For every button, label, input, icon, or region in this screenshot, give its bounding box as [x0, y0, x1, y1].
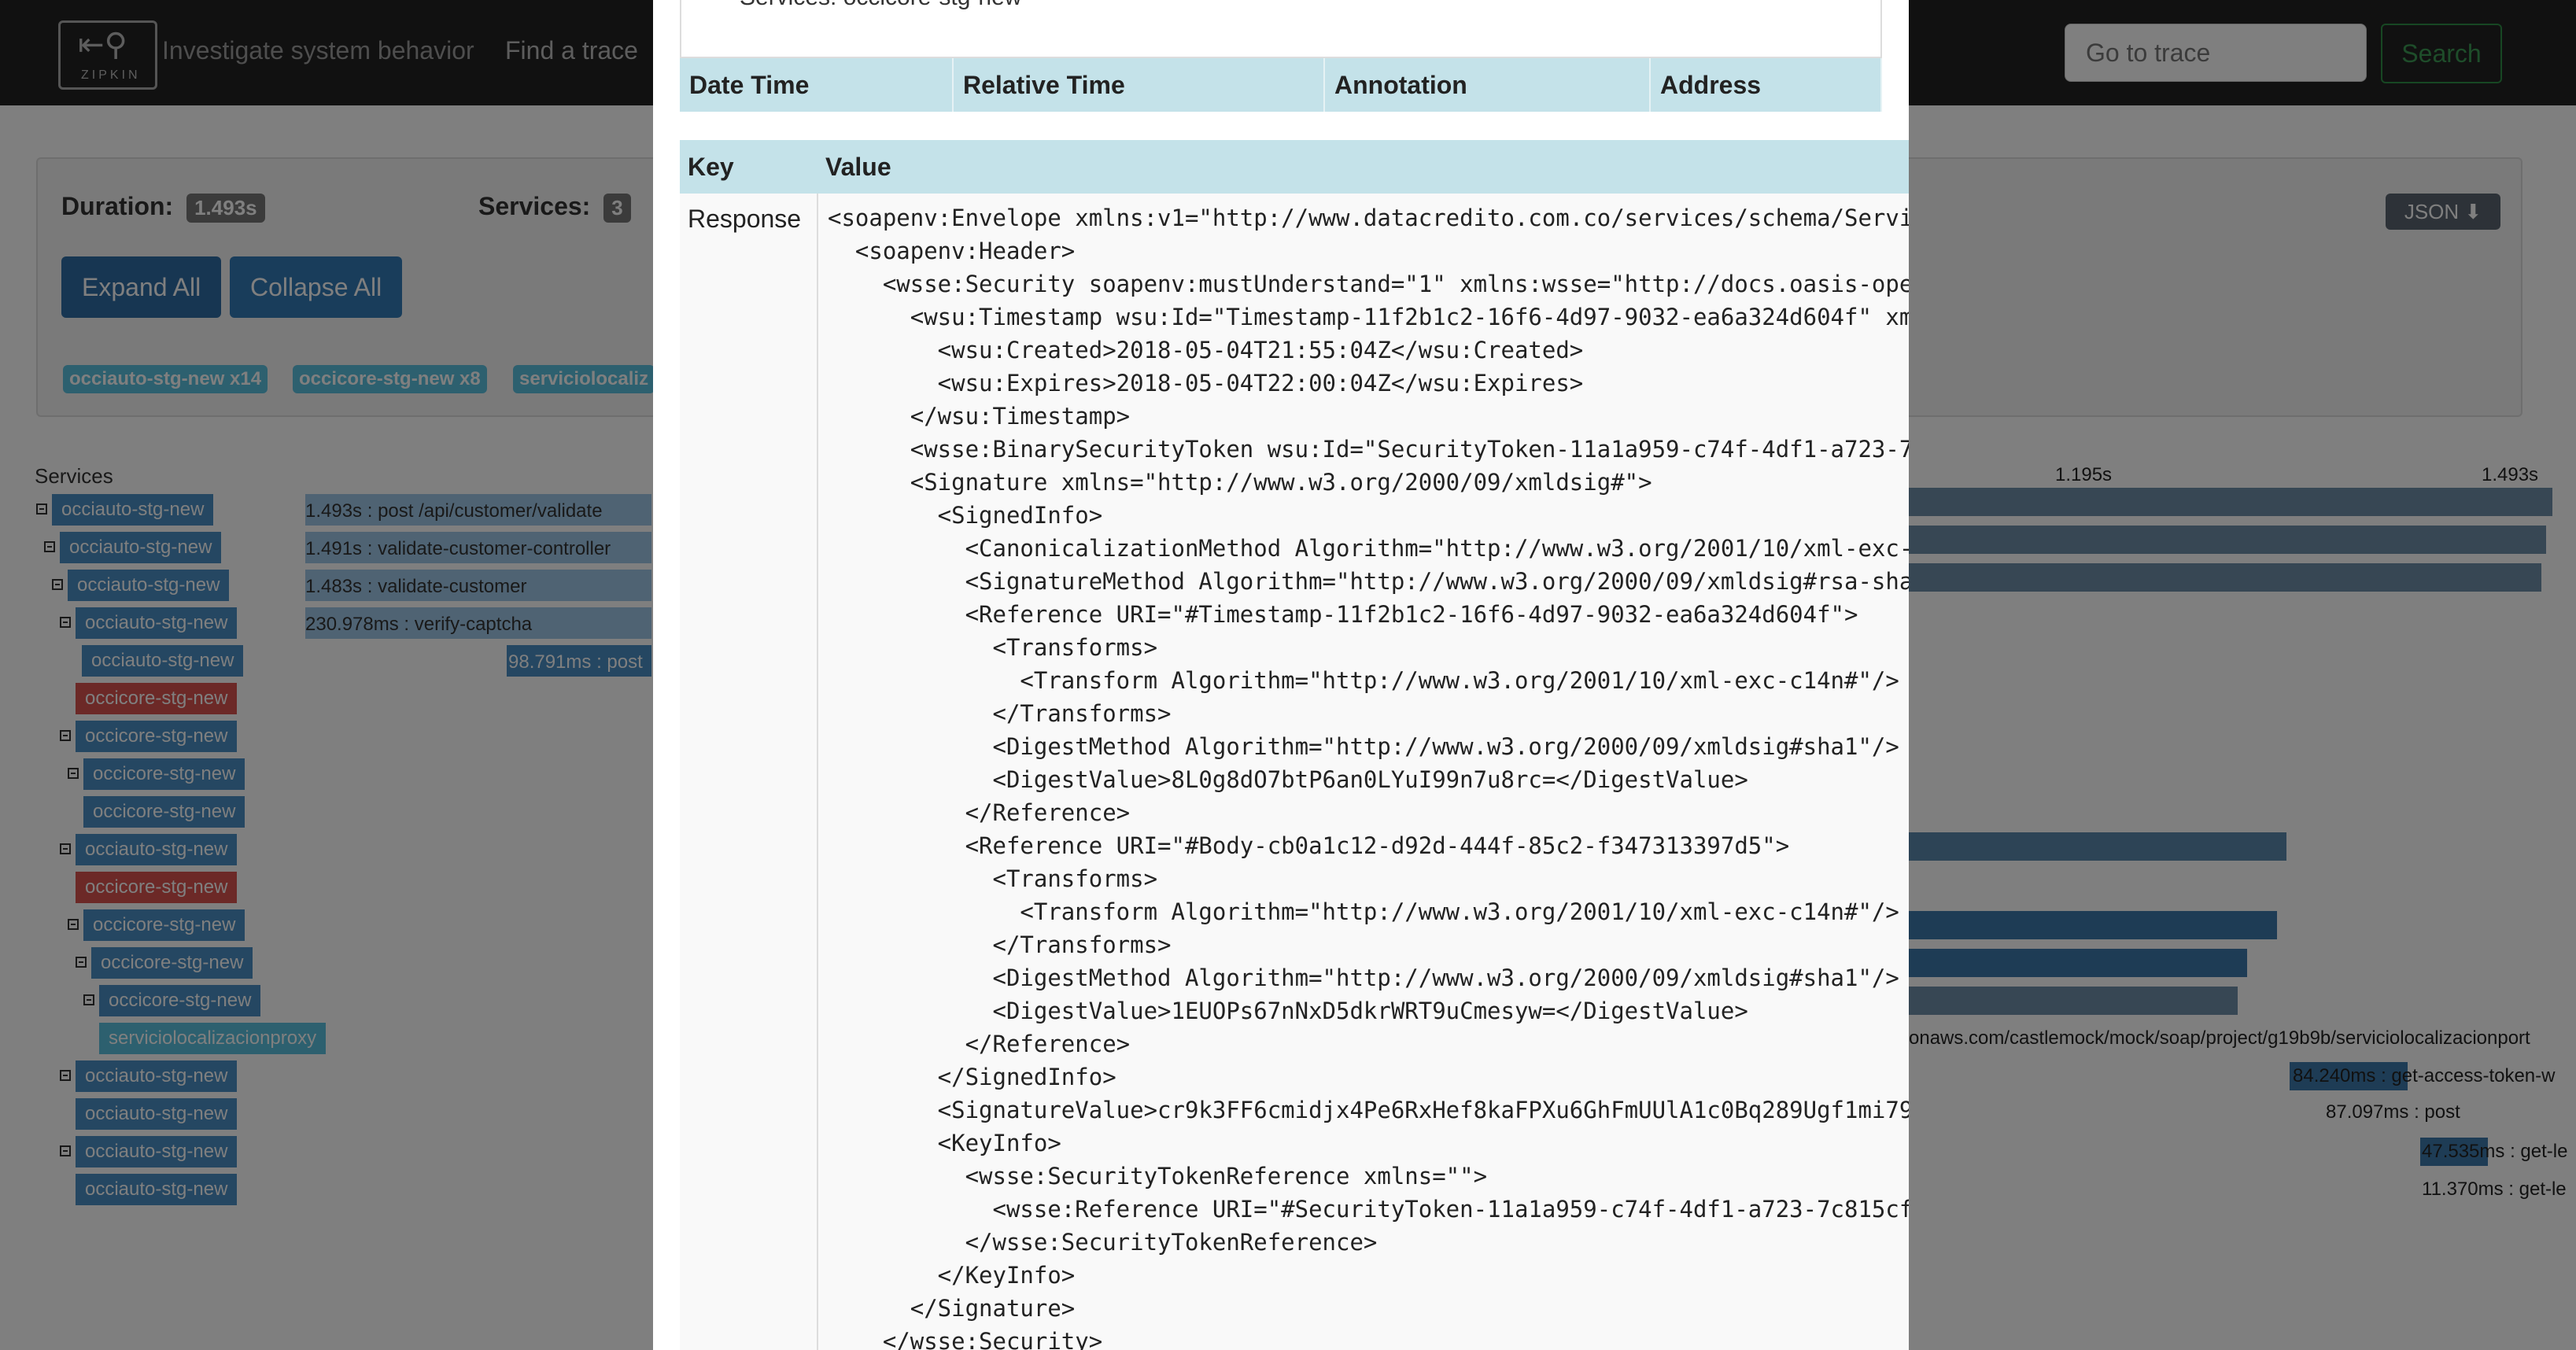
column-header: Address	[1650, 58, 1882, 112]
value-header: Value	[817, 140, 1909, 194]
span-detail-modal: Services: occicore-stg-new Date Time Rel…	[653, 0, 1909, 1350]
binary-annotations-table: Key Value Response <soapenv:Envelope xml…	[680, 140, 1909, 1350]
column-header: Annotation	[1324, 58, 1651, 112]
response-key: Response	[680, 194, 818, 1350]
column-header: Relative Time	[953, 58, 1325, 112]
column-header: Date Time	[680, 58, 954, 112]
table-row: Response <soapenv:Envelope xmlns:v1="htt…	[680, 194, 1909, 1350]
modal-header-box: Services: occicore-stg-new	[680, 0, 1882, 58]
key-header: Key	[680, 140, 817, 194]
modal-services-text: Services: occicore-stg-new	[740, 0, 1021, 11]
annotations-table: Date Time Relative Time Annotation Addre…	[680, 58, 1882, 112]
xml-response-text[interactable]: <soapenv:Envelope xmlns:v1="http://www.d…	[828, 201, 1909, 1350]
response-value: <soapenv:Envelope xmlns:v1="http://www.d…	[817, 194, 1909, 1350]
